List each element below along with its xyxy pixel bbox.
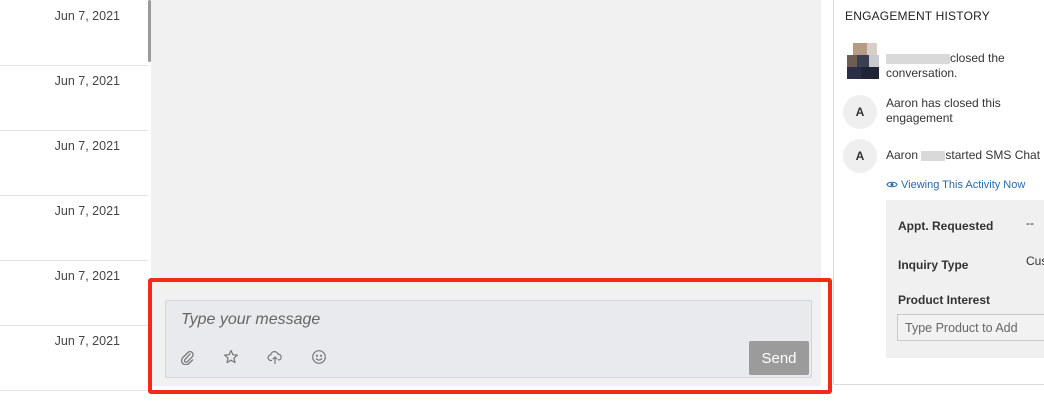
conversation-list: Jun 7, 2021 Jun 7, 2021 Jun 7, 2021 Jun … <box>0 0 148 401</box>
viewing-activity-link[interactable]: Viewing This Activity Now <box>886 179 1025 191</box>
paperclip-icon[interactable] <box>178 348 196 366</box>
smiley-icon[interactable] <box>310 348 328 366</box>
history-item-text: started SMS Chat <box>945 148 1041 162</box>
message-input[interactable] <box>166 301 811 339</box>
list-item[interactable]: Jun 7, 2021 <box>0 195 148 261</box>
history-item-text: Aaron has closed this <box>886 96 1001 110</box>
history-item-text: closed the <box>950 51 1005 65</box>
list-item[interactable]: Jun 7, 2021 <box>0 65 148 131</box>
send-button[interactable]: Send <box>749 341 809 375</box>
list-item-date: Jun 7, 2021 <box>54 139 120 153</box>
panel-title: ENGAGEMENT HISTORY <box>845 9 990 23</box>
list-item[interactable]: Jun 7, 2021 <box>0 260 148 326</box>
redacted-name <box>886 53 950 64</box>
list-item[interactable]: Jun 7, 2021 <box>0 0 148 66</box>
engagement-history-panel: ENGAGEMENT HISTORY closed the conversati… <box>833 0 1044 385</box>
inquiry-type-value: Cus <box>1026 254 1044 268</box>
history-item-text: conversation. <box>886 66 958 80</box>
message-composer: Send <box>165 300 812 378</box>
inquiry-type-label: Inquiry Type <box>898 258 969 272</box>
appt-requested-value: -- <box>1026 216 1034 230</box>
list-item-date: Jun 7, 2021 <box>54 334 120 348</box>
list-item[interactable]: Jun 7, 2021 <box>0 325 148 391</box>
viewing-link-label: Viewing This Activity Now <box>901 179 1026 191</box>
history-item-text: engagement <box>886 111 953 125</box>
list-item-date: Jun 7, 2021 <box>54 204 120 218</box>
star-icon[interactable] <box>222 348 240 366</box>
avatar <box>847 43 879 79</box>
cloud-upload-icon[interactable] <box>266 348 284 366</box>
list-item-date: Jun 7, 2021 <box>54 9 120 23</box>
list-item[interactable]: Jun 7, 2021 <box>0 130 148 196</box>
appt-requested-label: Appt. Requested <box>898 219 994 233</box>
avatar: A <box>843 139 877 173</box>
engagement-details: Appt. Requested -- Inquiry Type Cus Prod… <box>886 200 1044 358</box>
redacted-name <box>921 150 946 161</box>
product-interest-input[interactable] <box>897 314 1044 341</box>
eye-icon <box>886 181 898 188</box>
list-item-date: Jun 7, 2021 <box>54 269 120 283</box>
list-item-date: Jun 7, 2021 <box>54 74 120 88</box>
avatar: A <box>843 95 877 129</box>
history-item-text: Aaron <box>886 148 922 162</box>
product-interest-label: Product Interest <box>898 293 991 307</box>
